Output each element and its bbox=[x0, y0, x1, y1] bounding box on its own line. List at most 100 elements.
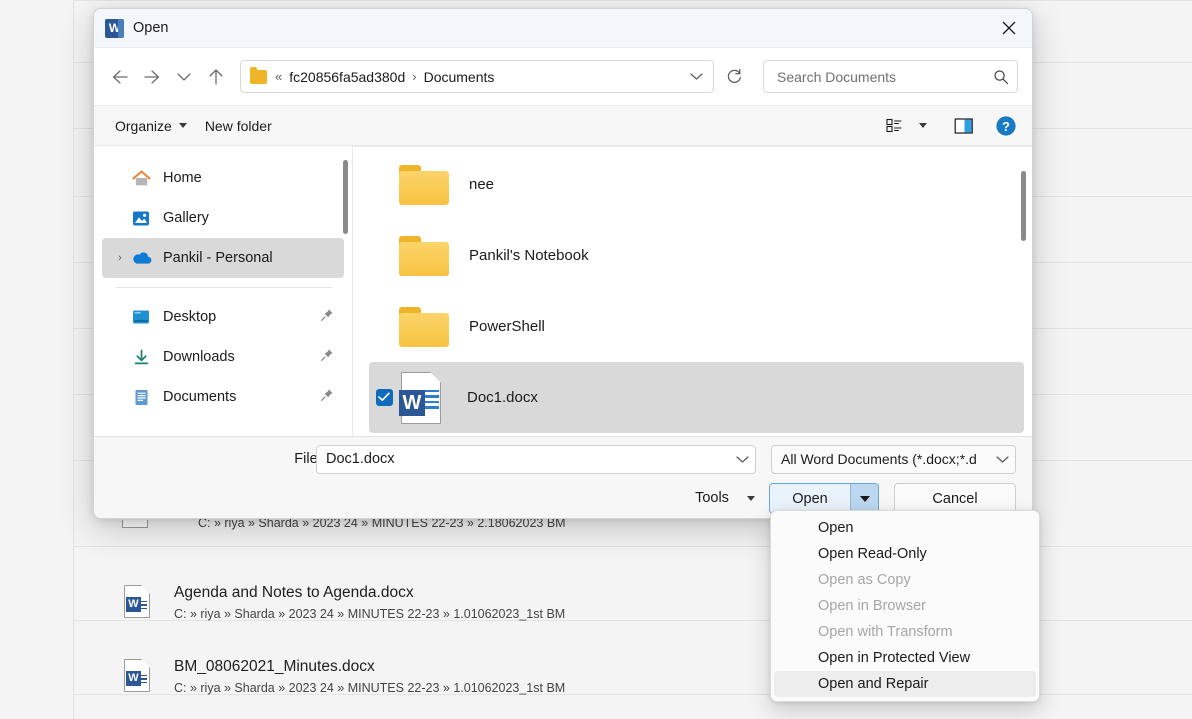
filename-value: Doc1.docx bbox=[326, 451, 736, 467]
open-button[interactable]: Open bbox=[770, 484, 850, 513]
sidebar-item-pankil-personal[interactable]: › Pankil - Personal bbox=[102, 238, 344, 278]
menu-item-open[interactable]: Open bbox=[774, 515, 1036, 541]
recent-file-name: Agenda and Notes to Agenda.docx bbox=[174, 583, 565, 603]
file-list-item[interactable]: PowerShell bbox=[369, 291, 1024, 362]
folder-icon bbox=[399, 307, 449, 347]
word-document-icon: W bbox=[124, 585, 152, 619]
command-bar: Organize New folder bbox=[94, 105, 1032, 146]
new-folder-label: New folder bbox=[205, 118, 272, 134]
new-folder-button[interactable]: New folder bbox=[196, 113, 281, 139]
open-dropdown-button[interactable] bbox=[850, 484, 878, 513]
row-checkbox[interactable] bbox=[369, 389, 399, 406]
folder-icon bbox=[250, 70, 267, 84]
help-button[interactable]: ? bbox=[990, 111, 1022, 141]
filename-row: File name: Doc1.docx All Word Documents … bbox=[94, 444, 1032, 474]
sidebar-item-downloads[interactable]: Downloads bbox=[102, 337, 344, 377]
navigation-pane: Home Gallery › bbox=[94, 146, 353, 436]
navigation-bar: « fc20856fa5ad380d › Documents bbox=[94, 48, 1032, 105]
dialog-footer: File name: Doc1.docx All Word Documents … bbox=[94, 436, 1032, 518]
sidebar-divider bbox=[116, 287, 332, 288]
menu-item-open-as-copy: Open as Copy bbox=[774, 567, 1036, 593]
chevron-down-icon bbox=[177, 72, 191, 82]
chevron-down-icon bbox=[919, 123, 927, 128]
organize-label: Organize bbox=[115, 118, 172, 134]
breadcrumb-overflow[interactable]: « bbox=[275, 69, 282, 84]
tools-button[interactable]: Tools bbox=[678, 483, 772, 513]
gallery-icon bbox=[130, 208, 152, 228]
dialog-title: Open bbox=[133, 20, 168, 36]
recent-file-path: C: » riya » Sharda » 2023 24 » MINUTES 2… bbox=[174, 606, 565, 622]
recent-file-row[interactable]: W Agenda and Notes to Agenda.docx C: » r… bbox=[74, 570, 565, 634]
search-input[interactable] bbox=[775, 68, 993, 86]
open-dropdown-menu: Open Open Read-Only Open as Copy Open in… bbox=[770, 510, 1040, 702]
menu-item-open-with-transform: Open with Transform bbox=[774, 619, 1036, 645]
back-button[interactable] bbox=[104, 61, 136, 93]
close-icon bbox=[1002, 21, 1016, 35]
file-name: nee bbox=[469, 176, 494, 193]
organize-button[interactable]: Organize bbox=[106, 113, 196, 139]
sidebar-item-label: Documents bbox=[163, 389, 236, 405]
menu-item-open-in-protected-view[interactable]: Open in Protected View bbox=[774, 645, 1036, 671]
menu-item-open-and-repair[interactable]: Open and Repair bbox=[774, 671, 1036, 697]
breadcrumb-item-1[interactable]: Documents bbox=[424, 69, 495, 85]
view-list-icon bbox=[886, 117, 903, 134]
pin-icon[interactable] bbox=[320, 308, 334, 327]
word-document-icon: W bbox=[399, 372, 445, 424]
menu-item-open-read-only[interactable]: Open Read-Only bbox=[774, 541, 1036, 567]
triangle-down-icon bbox=[860, 496, 870, 502]
home-icon bbox=[130, 168, 152, 188]
search-box[interactable] bbox=[763, 60, 1018, 93]
folder-icon bbox=[399, 165, 449, 205]
file-list-scrollbar-thumb[interactable] bbox=[1021, 171, 1026, 241]
recent-file-path: C: » riya » Sharda » 2023 24 » MINUTES 2… bbox=[174, 680, 565, 696]
arrow-right-icon bbox=[143, 69, 161, 85]
forward-button[interactable] bbox=[136, 61, 168, 93]
file-name: Doc1.docx bbox=[467, 389, 538, 406]
file-type-filter-combobox[interactable]: All Word Documents (*.docx;*.d bbox=[771, 445, 1016, 474]
view-options-button[interactable] bbox=[878, 111, 910, 141]
file-name: Pankil's Notebook bbox=[469, 247, 589, 264]
word-document-icon: W bbox=[124, 659, 152, 693]
refresh-button[interactable] bbox=[718, 61, 750, 93]
address-dropdown-button[interactable] bbox=[685, 64, 707, 90]
recent-file-row[interactable]: W BM_08062021_Minutes.docx C: » riya » S… bbox=[74, 644, 565, 708]
sidebar-item-documents[interactable]: Documents bbox=[102, 377, 344, 417]
file-list-top-rule bbox=[353, 146, 1032, 147]
sidebar-item-label: Pankil - Personal bbox=[163, 250, 273, 266]
preview-pane-icon bbox=[954, 117, 974, 135]
chevron-down-icon bbox=[747, 496, 755, 501]
sidebar-item-gallery[interactable]: Gallery bbox=[102, 198, 344, 238]
file-list-item[interactable]: nee bbox=[369, 149, 1024, 220]
sidebar-scrollbar-thumb[interactable] bbox=[343, 160, 348, 234]
sidebar-item-home[interactable]: Home bbox=[102, 158, 344, 198]
dialog-titlebar: W Open bbox=[94, 9, 1032, 48]
arrow-left-icon bbox=[111, 69, 129, 85]
pin-icon[interactable] bbox=[320, 348, 334, 367]
sidebar-item-label: Desktop bbox=[163, 309, 216, 325]
filename-input[interactable]: Doc1.docx bbox=[316, 445, 756, 474]
file-list-item[interactable]: Pankil's Notebook bbox=[369, 220, 1024, 291]
sidebar-item-desktop[interactable]: Desktop bbox=[102, 297, 344, 337]
pin-icon[interactable] bbox=[320, 388, 334, 407]
file-type-filter-value: All Word Documents (*.docx;*.d bbox=[781, 451, 996, 467]
checkmark-icon bbox=[378, 392, 390, 402]
chevron-down-icon bbox=[996, 455, 1009, 464]
chevron-right-icon[interactable]: › bbox=[110, 252, 130, 264]
address-bar[interactable]: « fc20856fa5ad380d › Documents bbox=[240, 60, 714, 93]
sidebar-item-label: Gallery bbox=[163, 210, 209, 226]
recent-locations-button[interactable] bbox=[168, 61, 200, 93]
downloads-icon bbox=[130, 347, 152, 367]
screen: C: » riya » Sharda » 2023 24 » MINUTES 2… bbox=[0, 0, 1192, 719]
refresh-icon bbox=[725, 68, 743, 86]
breadcrumb-item-0[interactable]: fc20856fa5ad380d bbox=[289, 69, 405, 85]
file-list-item-selected[interactable]: W Doc1.docx bbox=[369, 362, 1024, 433]
close-button[interactable] bbox=[986, 9, 1032, 46]
recent-file-name: BM_08062021_Minutes.docx bbox=[174, 657, 565, 677]
preview-pane-button[interactable] bbox=[948, 111, 980, 141]
sidebar-item-label: Home bbox=[163, 170, 202, 186]
view-dropdown-button[interactable] bbox=[912, 111, 934, 141]
word-icon: W bbox=[105, 19, 124, 38]
up-button[interactable] bbox=[200, 61, 232, 93]
search-icon bbox=[993, 69, 1009, 85]
chevron-down-icon bbox=[690, 72, 703, 81]
